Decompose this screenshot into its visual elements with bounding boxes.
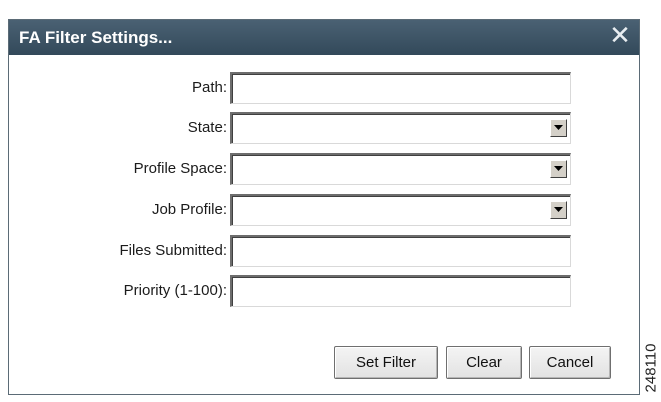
path-row: Path: (9, 72, 641, 104)
priority-label: Priority (1-100): (123, 282, 227, 299)
fa-filter-settings-dialog: FA Filter Settings... ✕ Path: State: Pro… (8, 19, 640, 395)
job-profile-row: Job Profile: (9, 194, 641, 226)
chevron-down-icon (554, 166, 563, 171)
dialog-titlebar[interactable]: FA Filter Settings... ✕ (9, 20, 639, 55)
files-submitted-field[interactable] (230, 235, 571, 267)
state-dropdown-button[interactable] (550, 119, 567, 137)
state-combobox[interactable] (230, 112, 571, 144)
state-value[interactable] (232, 114, 570, 143)
priority-field[interactable] (230, 275, 571, 307)
state-label: State: (187, 119, 227, 136)
profile-space-combobox[interactable] (230, 153, 571, 185)
set-filter-button[interactable]: Set Filter (334, 346, 438, 379)
button-bar: Set Filter Clear Cancel (9, 346, 641, 379)
chevron-down-icon (554, 125, 563, 130)
profile-space-label: Profile Space: (133, 160, 227, 177)
priority-input[interactable] (232, 277, 570, 306)
chevron-down-icon (554, 207, 563, 212)
path-input[interactable] (232, 74, 570, 103)
job-profile-combobox[interactable] (230, 194, 571, 226)
profile-space-dropdown-button[interactable] (550, 160, 567, 178)
priority-row: Priority (1-100): (9, 275, 641, 307)
cancel-button[interactable]: Cancel (529, 346, 611, 379)
path-field[interactable] (230, 72, 571, 104)
state-row: State: (9, 112, 641, 144)
job-profile-value[interactable] (232, 196, 570, 225)
close-icon[interactable]: ✕ (607, 21, 633, 51)
dialog-title: FA Filter Settings... (19, 28, 173, 47)
path-label: Path: (191, 79, 227, 96)
profile-space-row: Profile Space: (9, 153, 641, 185)
files-submitted-label: Files Submitted: (119, 242, 227, 259)
profile-space-value[interactable] (232, 155, 570, 184)
clear-button[interactable]: Clear (446, 346, 522, 379)
figure-id: 248110 (642, 340, 660, 396)
job-profile-dropdown-button[interactable] (550, 201, 567, 219)
figure-id-text: 248110 (642, 343, 660, 393)
files-submitted-input[interactable] (232, 237, 570, 266)
job-profile-label: Job Profile: (151, 201, 227, 218)
files-submitted-row: Files Submitted: (9, 235, 641, 267)
